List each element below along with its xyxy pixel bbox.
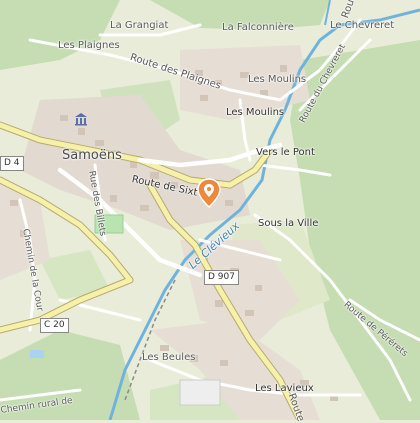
road-shield-c20: C 20 <box>40 318 69 333</box>
place-label: Vers le Pont <box>256 147 315 158</box>
road-shield-d907: D 907 <box>204 270 239 285</box>
map-view[interactable]: La Grangiat La Falconnière Les Plaignes … <box>0 0 420 423</box>
place-label: Sous la Ville <box>258 218 319 229</box>
pool <box>30 350 44 358</box>
place-label: Le Chevreret <box>330 20 395 31</box>
place-label: La Grangiat <box>110 20 169 31</box>
road-shield-d4: D 4 <box>0 156 24 171</box>
place-label: La Falconnière <box>222 22 294 33</box>
map-canvas <box>0 0 420 420</box>
place-label: Les Moulins <box>248 74 307 85</box>
town-hall-icon[interactable] <box>74 112 88 126</box>
parking-lot <box>179 379 221 406</box>
place-label: Les Moulins <box>226 107 285 118</box>
town-label: Samoëns <box>62 148 122 163</box>
location-pin-icon[interactable] <box>196 178 222 208</box>
place-label: Les Plaignes <box>58 40 120 51</box>
place-label: Les Beules <box>142 352 196 363</box>
place-label: Les Lavieux <box>255 383 314 394</box>
